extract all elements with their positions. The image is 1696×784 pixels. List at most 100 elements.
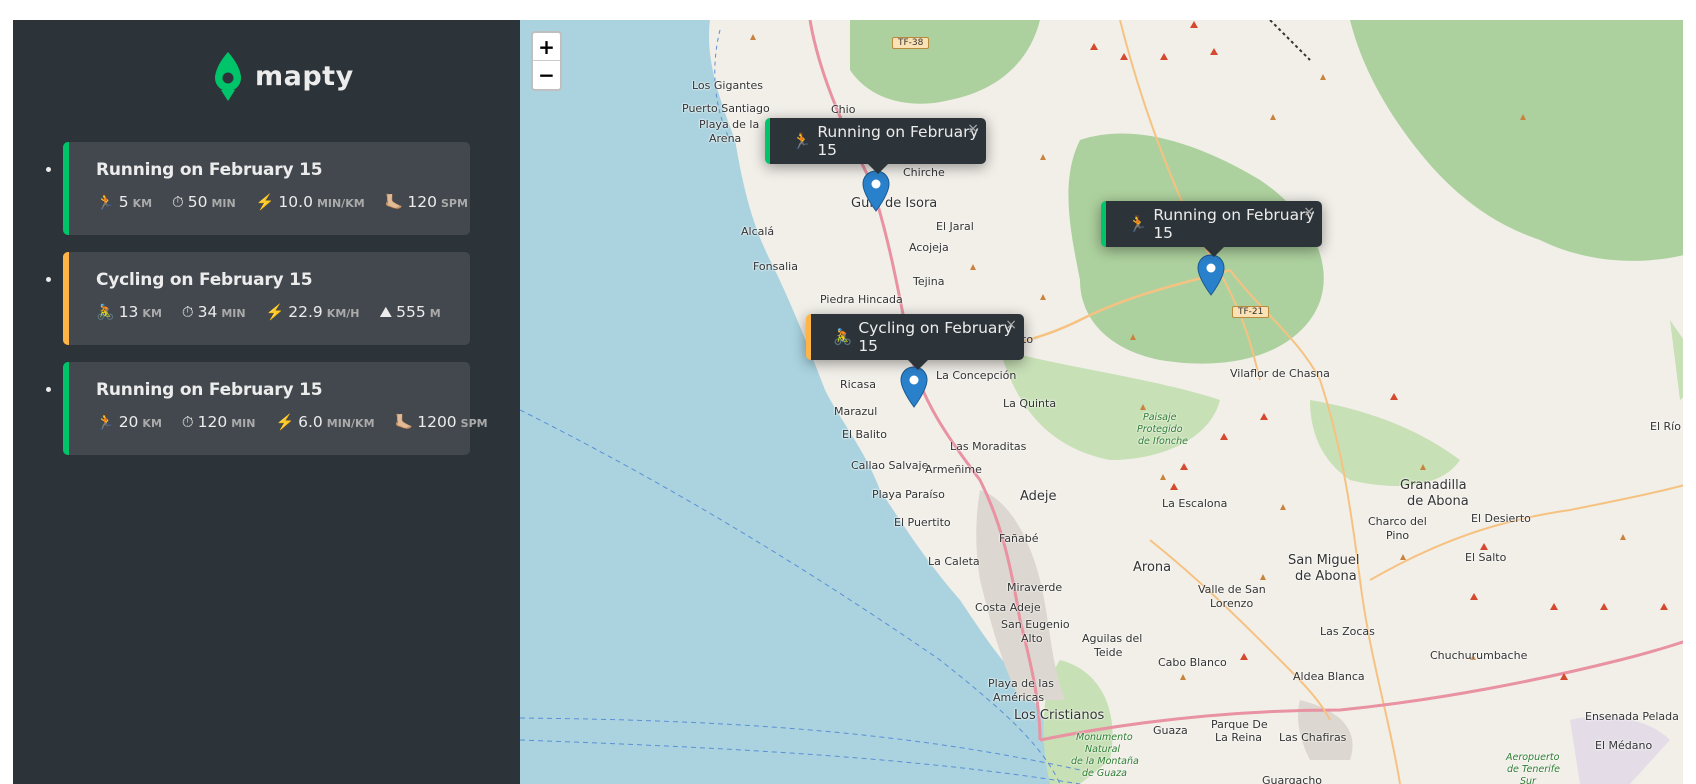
pace-icon: ⚡️ [255, 193, 275, 211]
place-label: Natural [1085, 744, 1121, 755]
workout-detail: ⏱ 34 min [182, 303, 246, 321]
pace-icon: ⚡️ [265, 303, 285, 321]
workout-title: Running on February 15 [96, 160, 323, 180]
workout-detail: ⏱ 120 min [182, 413, 256, 431]
place-label: Las Chafiras [1279, 731, 1347, 744]
workout-unit: min [211, 197, 236, 210]
distance-icon: 🚴 [96, 303, 115, 321]
workout-popup-2[interactable]: 🏃 Running on February 15 × [1101, 201, 1322, 257]
workout-title: Running on February 15 [96, 380, 323, 400]
map[interactable]: + − Los Gigantes Puerto Santiago Playa d… [520, 20, 1683, 784]
place-label: Chirche [903, 166, 945, 179]
duration-icon: ⏱ [172, 193, 184, 211]
place-label: Chio [831, 103, 856, 116]
place-label: de la Montaña [1071, 756, 1139, 767]
workout-card-running[interactable]: Running on February 15🏃20km⏱120min⚡️6.0m… [63, 362, 488, 455]
place-label: Los Cristianos [1014, 708, 1105, 723]
place-label: La Escalona [1162, 497, 1228, 510]
place-label: Lorenzo [1210, 597, 1254, 610]
running-icon: 🏃 [792, 132, 812, 150]
popup-close-button[interactable]: × [1303, 204, 1315, 220]
place-label: Acojeja [909, 241, 949, 254]
workout-card-cycling[interactable]: Cycling on February 15 🚴13km ⏱34min ⚡️22.9k… [63, 252, 470, 345]
map-marker-icon[interactable] [900, 366, 928, 408]
place-label: Las Zocas [1320, 625, 1375, 638]
map-marker-icon[interactable] [1197, 254, 1225, 296]
workout-value: 34 [197, 303, 218, 321]
place-label: Granadilla [1400, 478, 1467, 493]
popup-close-button[interactable]: × [1005, 317, 1017, 333]
distance-icon: 🏃 [96, 413, 115, 431]
place-label: Vilaflor de Chasna [1230, 367, 1330, 380]
place-label: Valle de San [1198, 583, 1266, 596]
running-icon: 🏃 [1128, 215, 1148, 233]
place-label: San Miguel [1288, 553, 1360, 568]
place-label: La Caleta [928, 555, 980, 568]
workout-popup-1[interactable]: 🏃 Running on February 15 × [765, 118, 986, 174]
place-label: Callao Salvaje [851, 459, 929, 472]
place-label: Guaza [1153, 724, 1188, 737]
workout-details: 🏃 20 km ⏱ 120 min ⚡️ 6.0 min/km 🦶🏼 1200 spm [96, 413, 488, 431]
place-label: de Guaza [1082, 768, 1127, 779]
place-label: El Balito [842, 428, 887, 441]
place-label: Protegido [1137, 424, 1183, 435]
zoom-in-button[interactable]: + [533, 33, 560, 61]
logo-text: mapty [255, 60, 354, 92]
place-label: Alcalá [741, 225, 775, 238]
workout-card-running[interactable]: Running on February 15🏃5km⏱50min⚡️10.0mi… [63, 142, 470, 235]
place-label: San Eugenio [1001, 618, 1070, 631]
place-label: de Abona [1407, 494, 1469, 509]
workout-value: 10.0 [278, 193, 313, 211]
place-label: Monumento [1076, 732, 1133, 743]
place-label: Fañabé [999, 532, 1039, 545]
workout-popup-3[interactable]: 🚴 Cycling on February 15 × [806, 314, 1024, 370]
workout-detail: ⚡️ 22.9 km/h [266, 303, 360, 321]
road-badge: TF-21 [1232, 306, 1270, 318]
popup-close-button[interactable]: × [967, 121, 979, 137]
map-pin-logo-icon [215, 52, 241, 101]
workout-value: 13 [118, 303, 139, 321]
workout-details: 🚴 13 km ⏱ 34 min ⚡️ 22.9 km/h ⛰ 555 m [96, 303, 470, 321]
place-label: La Quinta [1003, 397, 1057, 410]
place-label: Chuchurumbache [1430, 649, 1528, 662]
map-tiles [520, 20, 1683, 784]
popup-tip [907, 360, 928, 370]
place-label: Tejina [913, 275, 945, 288]
workout-detail: 🚴 13 km [96, 303, 162, 321]
popup-label: Cycling on February 15 [858, 319, 1013, 355]
place-label: Teide [1094, 646, 1123, 659]
cadence-icon: 🦶🏼 [394, 413, 414, 431]
sidebar: mapty Running on February 15🏃5km⏱50min⚡️… [13, 20, 520, 784]
workout-value: 6.0 [298, 413, 323, 431]
workout-unit: km/h [326, 307, 360, 320]
workout-value: 5 [118, 193, 129, 211]
place-label: Sur [1520, 776, 1536, 784]
workout-value: 120 [197, 413, 228, 431]
logo: mapty [213, 50, 354, 102]
place-label: Aguilas del [1082, 632, 1143, 645]
place-label: Guargacho [1262, 774, 1323, 784]
place-label: de Abona [1295, 569, 1357, 584]
workout-detail: ⏱ 50 min [172, 193, 236, 211]
place-label: Alto [1021, 632, 1043, 645]
place-label: Américas [993, 691, 1045, 704]
place-label: Las Moraditas [950, 440, 1027, 453]
workout-unit: min [221, 307, 246, 320]
popup-tip [868, 164, 888, 174]
place-label: El Puertito [894, 516, 951, 529]
place-label: La Concepción [936, 369, 1017, 382]
workout-title: Cycling on February 15 [96, 270, 313, 290]
place-label: Miraverde [1007, 581, 1063, 594]
workout-unit: min/km [326, 417, 375, 430]
distance-icon: 🏃 [96, 193, 115, 211]
place-label: El Río [1650, 420, 1681, 433]
zoom-out-button[interactable]: − [533, 61, 560, 89]
place-label: Aeropuerto [1506, 752, 1560, 763]
workout-unit: km [142, 417, 162, 430]
workout-value: 22.9 [288, 303, 323, 321]
workout-detail: ⚡️ 6.0 min/km [275, 413, 374, 431]
workout-detail: ⛰ 555 m [380, 303, 441, 321]
map-marker-icon[interactable] [862, 170, 890, 212]
place-label: Playa de las [988, 677, 1054, 690]
app-root: mapty Running on February 15🏃5km⏱50min⚡️… [13, 20, 1683, 784]
